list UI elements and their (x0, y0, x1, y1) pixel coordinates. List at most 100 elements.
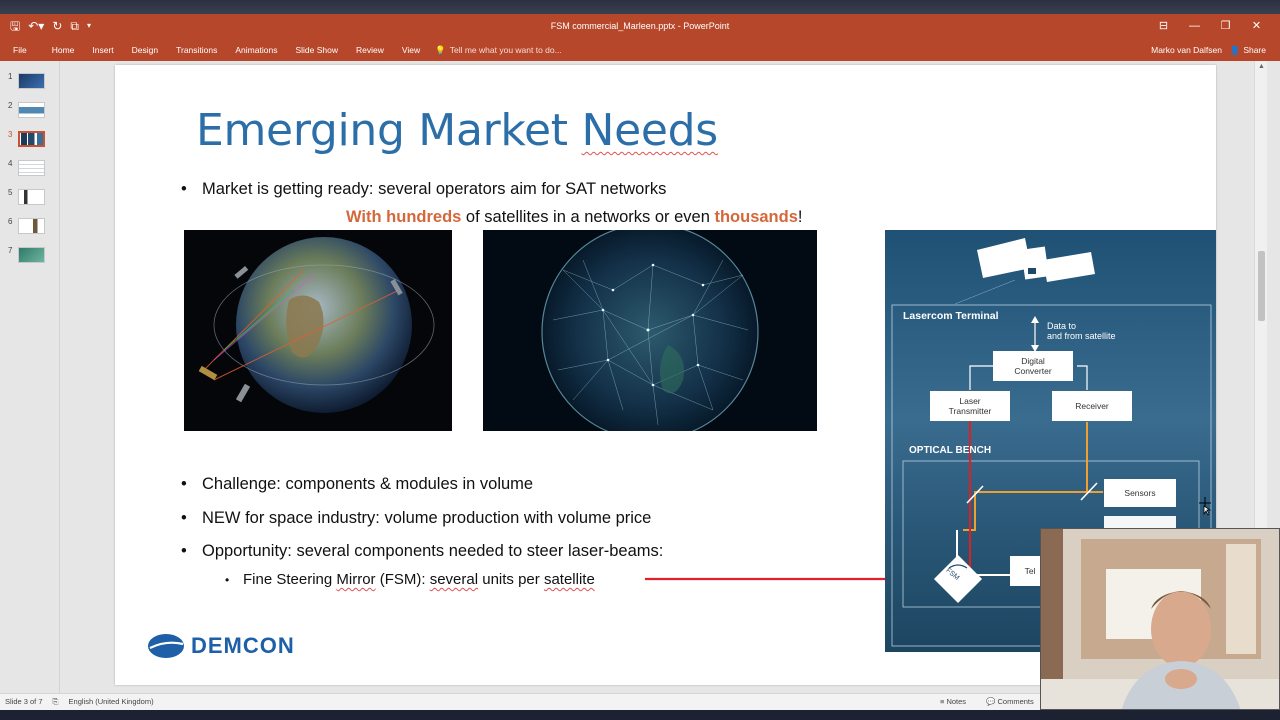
tell-me-text: Tell me what you want to do... (449, 45, 562, 55)
thumbnail-number: 1 (8, 72, 13, 81)
sub-text-spellcheck: satellite (543, 571, 595, 588)
window-title: FSM commercial_Marleen.pptx - PowerPoint (550, 21, 730, 31)
thumbnail-slide-2[interactable]: 2 (0, 100, 60, 122)
box-label-line1: Laser (959, 396, 981, 406)
box-label-line1: Digital (1021, 356, 1045, 366)
bullet-new-for-space[interactable]: NEW for space industry: volume productio… (181, 509, 651, 528)
thumbnail-number: 3 (8, 130, 13, 139)
data-label-line1: Data to (1047, 321, 1077, 331)
thumbnail-slide-5[interactable]: 5 (0, 187, 60, 209)
highlight-middle: of satellites in a networks or even (461, 208, 715, 226)
thumbnail-slide-6[interactable]: 6 (0, 216, 60, 238)
notes-button[interactable]: ≡ Notes (940, 696, 966, 708)
data-label-line2: and from satellite (1047, 331, 1116, 341)
sub-text: (FSM): (375, 571, 430, 588)
thumbnail-image (18, 131, 45, 147)
title-text: Emerging Market (196, 105, 582, 156)
tab-home[interactable]: Home (43, 39, 84, 61)
earth-satellites-graphic (184, 230, 452, 431)
title-text-spellcheck: Needs (581, 105, 718, 156)
thumbnail-slide-3[interactable]: 3 (0, 129, 60, 151)
slide-thumbnail-pane: 1 2 3 4 5 6 7 (0, 61, 60, 693)
scroll-up-icon[interactable]: ▲ (1258, 63, 1265, 70)
tell-me-box[interactable]: 💡 Tell me what you want to do... (429, 45, 562, 56)
tab-design[interactable]: Design (123, 39, 167, 61)
demcon-logo-text: DEMCON (191, 633, 295, 658)
ribbon-tabs: File Home Insert Design Transitions Anim… (0, 39, 562, 61)
sub-text: Fine Steering (243, 571, 337, 588)
person-icon: 👤 (1229, 45, 1241, 55)
comments-button[interactable]: 💬 Comments (986, 696, 1034, 708)
bullet-opportunity[interactable]: Opportunity: several components needed t… (181, 542, 663, 561)
highlight-line[interactable]: With hundreds of satellites in a network… (346, 208, 802, 227)
webcam-overlay (1040, 528, 1280, 710)
slide-counter: Slide 3 of 7 (5, 697, 43, 706)
taskbar-strip (0, 710, 1280, 720)
share-button[interactable]: 👤 Share (1230, 42, 1266, 58)
slide-title[interactable]: Emerging Market Needs (196, 105, 718, 156)
box-label-line2: Transmitter (948, 406, 992, 416)
thumbnail-number: 5 (8, 188, 13, 197)
webcam-video-frame (1041, 529, 1279, 709)
thumbnail-image (18, 218, 45, 234)
restore-button[interactable]: ❐ (1210, 17, 1241, 35)
thumbnail-number: 2 (8, 101, 13, 110)
share-label: Share (1243, 45, 1266, 55)
thumbnail-number: 7 (8, 246, 13, 255)
tab-insert[interactable]: Insert (83, 39, 122, 61)
thumbnail-image (18, 247, 45, 263)
thumbnail-image (18, 102, 45, 118)
tab-transitions[interactable]: Transitions (167, 39, 226, 61)
comments-label: Comments (997, 697, 1034, 706)
desktop-strip (0, 0, 1280, 14)
user-name[interactable]: Marko van Dalfsen (1151, 39, 1222, 61)
tab-slide-show[interactable]: Slide Show (286, 39, 347, 61)
tab-file[interactable]: File (0, 39, 43, 61)
scrollbar-thumb[interactable] (1258, 251, 1265, 321)
sub-text: units per (478, 571, 544, 588)
status-right: ≡ Notes 💬 Comments (940, 696, 1034, 708)
data-label: Data to and from satellite (1047, 321, 1116, 341)
network-globe-graphic (483, 230, 817, 431)
thumbnail-slide-1[interactable]: 1 (0, 71, 60, 93)
status-left: Slide 3 of 7 ⎘ English (United Kingdom) (5, 696, 154, 708)
receiver-box: Receiver (1052, 391, 1132, 421)
ribbon: File Home Insert Design Transitions Anim… (0, 39, 1280, 61)
highlight-hundreds: With hundreds (346, 208, 462, 226)
highlight-thousands: thousands (714, 208, 798, 226)
demcon-logo-mark (148, 634, 184, 658)
language-indicator[interactable]: English (United Kingdom) (69, 696, 154, 708)
powerpoint-window: 🖫 ↶▾ ↻ ⧉ ▾ FSM commercial_Marleen.pptx -… (0, 0, 1280, 720)
tab-review[interactable]: Review (347, 39, 393, 61)
spelling-icon[interactable]: ⎘ (53, 696, 59, 708)
diagram-title: Lasercom Terminal (903, 310, 999, 322)
bullet-challenge[interactable]: Challenge: components & modules in volum… (181, 475, 533, 494)
thumbnail-image (18, 73, 45, 89)
minimize-button[interactable]: — (1179, 17, 1210, 35)
thumbnail-slide-4[interactable]: 4 (0, 158, 60, 180)
tab-animations[interactable]: Animations (226, 39, 286, 61)
box-label-line2: Converter (1014, 366, 1052, 376)
satellite-icon (977, 238, 1095, 282)
thumbnail-number: 4 (8, 159, 13, 168)
thumbnail-slide-7[interactable]: 7 (0, 245, 60, 267)
sub-text-spellcheck: Mirror (336, 571, 376, 588)
title-bar: 🖫 ↶▾ ↻ ⧉ ▾ FSM commercial_Marleen.pptx -… (0, 14, 1280, 39)
highlight-end: ! (797, 208, 803, 226)
earth-satellites-image[interactable] (184, 230, 452, 431)
thumbnail-number: 6 (8, 217, 13, 226)
notes-label: Notes (946, 697, 967, 706)
sensors-box: Sensors (1104, 479, 1176, 507)
optical-bench-label: OPTICAL BENCH (909, 445, 992, 456)
tab-view[interactable]: View (393, 39, 429, 61)
lightbulb-icon: 💡 (435, 44, 446, 55)
mouse-cursor-icon (1199, 497, 1212, 516)
sub-text-spellcheck: several (429, 571, 479, 588)
close-button[interactable]: ✕ (1241, 17, 1272, 35)
sub-bullet-fsm[interactable]: Fine Steering Mirror (FSM): several unit… (225, 571, 595, 589)
network-globe-image[interactable] (483, 230, 817, 431)
bullet-market[interactable]: Market is getting ready: several operato… (181, 180, 666, 199)
thumbnail-image (18, 189, 45, 205)
comment-icon: 💬 (986, 697, 998, 706)
ribbon-display-options-button[interactable]: ⊟ (1148, 17, 1179, 35)
